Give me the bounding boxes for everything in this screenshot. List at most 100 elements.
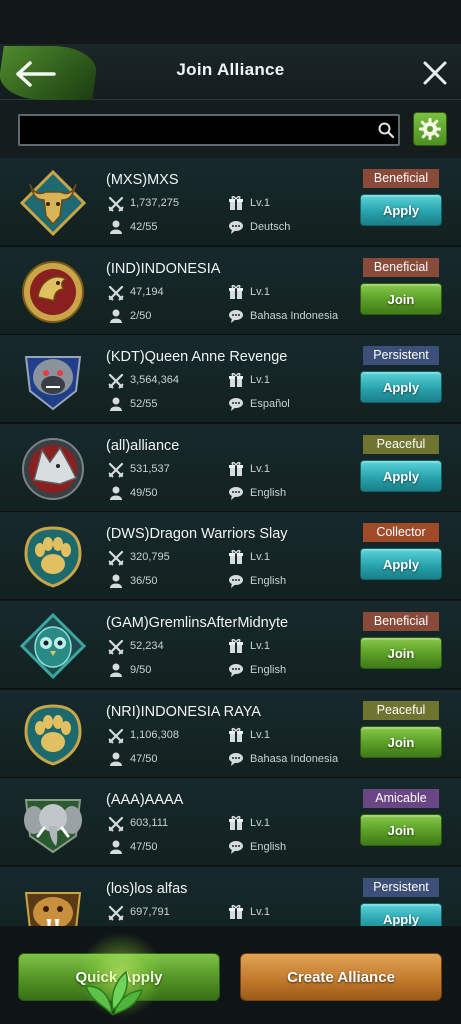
chat-bubble-icon	[229, 310, 243, 323]
alliance-level: Lv.1	[250, 817, 270, 829]
close-button[interactable]	[418, 56, 452, 90]
join-button[interactable]: Join	[360, 283, 442, 315]
alliance-power: 1,106,308	[130, 729, 179, 741]
eagle-emblem-icon[interactable]	[20, 259, 86, 325]
member-icon	[110, 220, 122, 234]
gift-icon	[229, 195, 243, 210]
alliance-members: 47/50	[130, 753, 158, 765]
alliance-level: Lv.1	[250, 374, 270, 386]
alliance-power: 52,234	[130, 640, 164, 652]
search-icon[interactable]	[377, 121, 395, 139]
gift-icon	[229, 549, 243, 564]
alliance-type-badge: Beneficial	[363, 169, 439, 188]
member-icon	[110, 486, 122, 500]
alliance-row[interactable]: (NRI)INDONESIA RAYA 1,106,308 Lv.1 47/50 Bah…	[0, 690, 461, 778]
close-icon	[423, 61, 447, 85]
chat-bubble-icon	[229, 753, 243, 766]
apply-button[interactable]: Apply	[360, 460, 442, 492]
search-field[interactable]	[18, 114, 400, 146]
crossed-swords-icon	[108, 373, 124, 389]
gift-icon	[229, 638, 243, 653]
alliance-members: 42/55	[130, 221, 158, 233]
alliance-row[interactable]: (KDT)Queen Anne Revenge 3,564,364 Lv.1 52/5…	[0, 335, 461, 423]
apply-button[interactable]: Apply	[360, 548, 442, 580]
alliance-members: 9/50	[130, 664, 152, 676]
owl-emblem-icon[interactable]	[20, 613, 86, 679]
paw-emblem-icon[interactable]	[20, 702, 86, 768]
wolf-emblem-icon[interactable]	[20, 436, 86, 502]
alliance-members: 47/50	[130, 841, 158, 853]
alliance-type-badge: Beneficial	[363, 258, 439, 277]
alliance-level: Lv.1	[250, 463, 270, 475]
gorilla-emblem-icon[interactable]	[20, 347, 86, 413]
apply-button[interactable]: Apply	[360, 194, 442, 226]
alliance-name: (NRI)INDONESIA RAYA	[106, 704, 261, 720]
alliance-language: English	[250, 841, 287, 853]
alliance-language: English	[250, 664, 287, 676]
alliance-name: (all)alliance	[106, 438, 180, 454]
member-icon	[110, 397, 122, 411]
alliance-type-badge: Peaceful	[363, 701, 439, 720]
gift-icon	[229, 815, 243, 830]
elephant-emblem-icon[interactable]	[20, 790, 86, 856]
alliance-list[interactable]: (MXS)MXS 1,737,275 Lv.1 42/55 Deutsch Benefic…	[0, 158, 461, 926]
member-icon	[110, 574, 122, 588]
bull-emblem-icon[interactable]	[20, 170, 86, 236]
crossed-swords-icon	[108, 462, 124, 478]
gift-icon	[229, 904, 243, 919]
alliance-row[interactable]: (DWS)Dragon Warriors Slay 320,795 Lv.1 36/5…	[0, 512, 461, 600]
alliance-row[interactable]: (AAA)AAAA 603,111 Lv.1 47/50 English Amicable…	[0, 778, 461, 866]
alliance-level: Lv.1	[250, 197, 270, 209]
alliance-language: Español	[250, 398, 290, 410]
apply-button[interactable]: Apply	[360, 371, 442, 403]
member-icon	[110, 840, 122, 854]
alliance-language: Bahasa Indonesia	[250, 310, 339, 322]
alliance-row[interactable]: (all)alliance 531,537 Lv.1 49/50 English Peac…	[0, 424, 461, 512]
chat-bubble-icon	[229, 487, 243, 500]
alliance-name: (AAA)AAAA	[106, 792, 184, 808]
alliance-name: (los)los alfas	[106, 881, 188, 897]
alliance-type-badge: Beneficial	[363, 612, 439, 631]
alliance-members: 2/50	[130, 310, 152, 322]
alliance-row[interactable]: (IND)INDONESIA 47,194 Lv.1 2/50 Bahasa Indon…	[0, 247, 461, 335]
member-icon	[110, 752, 122, 766]
alliance-language: Deutsch	[250, 221, 291, 233]
alliance-row[interactable]: (los)los alfas 697,791 Lv.1 Persistent Apply	[0, 867, 461, 926]
crossed-swords-icon	[108, 639, 124, 655]
alliance-power: 1,737,275	[130, 197, 179, 209]
status-bar-area	[0, 0, 461, 44]
alliance-power: 3,564,364	[130, 374, 179, 386]
alliance-level: Lv.1	[250, 286, 270, 298]
alliance-members: 49/50	[130, 487, 158, 499]
alliance-power: 603,111	[130, 817, 169, 829]
apply-button[interactable]: Apply	[360, 903, 442, 926]
alliance-members: 52/55	[130, 398, 158, 410]
sabertooth-emblem-icon[interactable]	[20, 879, 86, 926]
crossed-swords-icon	[108, 196, 124, 212]
alliance-row[interactable]: (MXS)MXS 1,737,275 Lv.1 42/55 Deutsch Benefic…	[0, 158, 461, 246]
gear-icon	[419, 118, 441, 140]
search-input[interactable]	[20, 116, 360, 144]
create-alliance-button[interactable]: Create Alliance	[240, 953, 442, 1001]
join-button[interactable]: Join	[360, 814, 442, 846]
paw-emblem-icon[interactable]	[20, 524, 86, 590]
alliance-row[interactable]: (GAM)GremlinsAfterMidnyte 52,234 Lv.1 9/50 E…	[0, 601, 461, 689]
filter-settings-button[interactable]	[413, 112, 447, 146]
alliance-type-badge: Amicable	[363, 789, 439, 808]
alliance-name: (DWS)Dragon Warriors Slay	[106, 526, 288, 542]
alliance-members: 36/50	[130, 575, 158, 587]
alliance-language: English	[250, 487, 287, 499]
leaf-pointer-icon	[85, 970, 144, 1017]
alliance-level: Lv.1	[250, 640, 270, 652]
gift-icon	[229, 284, 243, 299]
join-button[interactable]: Join	[360, 726, 442, 758]
alliance-name: (GAM)GremlinsAfterMidnyte	[106, 615, 289, 631]
alliance-type-badge: Persistent	[363, 878, 439, 897]
alliance-type-badge: Persistent	[363, 346, 439, 365]
join-button[interactable]: Join	[360, 637, 442, 669]
alliance-power: 47,194	[130, 286, 164, 298]
gift-icon	[229, 727, 243, 742]
alliance-language: Bahasa Indonesia	[250, 753, 339, 765]
chat-bubble-icon	[229, 841, 243, 854]
alliance-level: Lv.1	[250, 551, 270, 563]
